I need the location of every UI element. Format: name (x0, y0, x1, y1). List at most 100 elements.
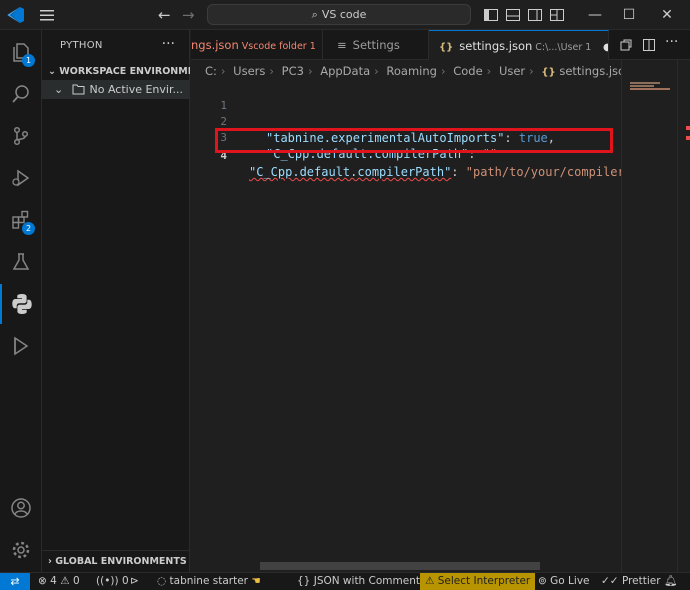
code-line: 1 (191, 82, 621, 112)
tab-settings[interactable]: ≡ Settings (323, 30, 429, 60)
split-editor-icon[interactable] (642, 38, 656, 52)
source-control-button[interactable] (0, 116, 42, 156)
json-icon: {} (541, 67, 556, 78)
breadcrumb-separator: › (486, 64, 492, 78)
breadcrumb-item[interactable]: settings.json (559, 64, 621, 78)
tabnine-status[interactable]: ◌ tabnine starter ☚ (157, 573, 261, 590)
warning-count: 0 (72, 575, 80, 587)
chevron-down-icon: ⌄ (54, 83, 64, 96)
back-arrow-icon[interactable]: ← (158, 6, 171, 24)
title-bar: ← → ⌕ VS code — ☐ ✕ (0, 0, 690, 30)
highlight-annotation-box (215, 128, 613, 153)
notifications-bell-icon[interactable]: 🔔︎ (664, 573, 677, 590)
remote-explorer-button[interactable] (0, 326, 42, 366)
minimap[interactable] (621, 60, 677, 572)
tab-label: settings.json (459, 39, 533, 53)
breadcrumb-separator: › (440, 64, 446, 78)
menu-icon[interactable] (38, 6, 56, 24)
prettier-button[interactable]: ✓✓ Prettier (601, 573, 661, 590)
toggle-sidebar-icon[interactable] (483, 7, 499, 23)
code-editor[interactable]: 1 2 "tabnine.experimentalAutoImports": t… (191, 82, 639, 572)
forward-arrow-icon[interactable]: → (182, 6, 195, 24)
warning-icon: ⚠ (425, 575, 435, 587)
customize-layout-icon[interactable] (549, 7, 565, 23)
tabnine-icon: ◌ (157, 575, 167, 587)
run-debug-button[interactable] (0, 158, 42, 198)
section-label: GLOBAL ENVIRONMENTS (55, 556, 187, 567)
error-marker (686, 126, 690, 130)
toggle-secondary-sidebar-icon[interactable] (527, 7, 543, 23)
item-label: No Active Envir... (89, 83, 183, 96)
language-label: JSON with Comments (313, 575, 426, 587)
tabnine-label: tabnine starter (169, 575, 248, 587)
run-debug-status-icon[interactable]: ⊳ (130, 573, 139, 590)
extensions-button[interactable]: 2 (0, 200, 42, 240)
breadcrumb-item[interactable]: C: (205, 64, 217, 78)
more-actions-icon[interactable]: ··· (665, 34, 679, 50)
search-text: VS code (321, 8, 367, 21)
minimap-line (630, 82, 660, 84)
minimize-button[interactable]: — (583, 4, 607, 26)
vertical-scrollbar[interactable] (677, 60, 690, 572)
select-interpreter-button[interactable]: ⚠ Select Interpreter (420, 573, 536, 590)
maximize-button[interactable]: ☐ (617, 4, 641, 26)
code-line: 2 "tabnine.experimentalAutoImports": tru… (191, 98, 621, 145)
ports-indicator[interactable]: ((•)) 0 (96, 573, 129, 590)
go-live-label: Go Live (550, 575, 590, 587)
breadcrumb-item[interactable]: Code (453, 64, 482, 78)
remote-icon: ⇄ (10, 575, 20, 588)
minimap-line (630, 85, 654, 87)
unsaved-dot-icon[interactable]: ● (603, 42, 608, 53)
breadcrumb-item[interactable]: AppData (320, 64, 370, 78)
interpreter-label: Select Interpreter (437, 575, 531, 587)
error-count: 4 (50, 575, 57, 587)
extensions-badge: 2 (22, 222, 35, 235)
manage-button[interactable] (0, 530, 42, 570)
language-mode[interactable]: {} JSON with Comments (297, 573, 425, 590)
error-marker (686, 136, 690, 140)
command-center-search[interactable]: ⌕ VS code (207, 4, 471, 25)
breadcrumb-item[interactable]: Roaming (386, 64, 437, 78)
code-text: "C_Cpp.default.compilerPath": "path/to/y… (249, 164, 639, 180)
search-icon: ⌕ (311, 8, 318, 21)
search-button[interactable] (0, 74, 42, 114)
breadcrumb-item[interactable]: Users (233, 64, 265, 78)
flask-icon (12, 253, 30, 270)
toggle-panel-icon[interactable] (505, 7, 521, 23)
hand-icon: ☚ (251, 575, 261, 587)
remote-indicator-button[interactable]: ⇄ (0, 573, 30, 590)
python-icon (12, 294, 32, 314)
breadcrumb-separator: › (220, 64, 226, 78)
json-colon: : (451, 165, 466, 179)
json-icon: {} (439, 42, 454, 53)
explorer-button[interactable]: 2 1 (0, 32, 42, 72)
go-live-button[interactable]: ⊚ Go Live (538, 573, 590, 590)
run-debug-icon (12, 169, 30, 187)
workspace-environments-section[interactable]: ⌄ WORKSPACE ENVIRONME... (42, 62, 190, 82)
accounts-button[interactable] (0, 488, 42, 528)
remote-explorer-icon (14, 336, 29, 356)
breadcrumb: C: › Users › PC3 › AppData › Roaming › Code › … (191, 60, 621, 82)
editor-tabs: ngs.json Vscode folder 1 ≡ Settings {} sett… (191, 30, 690, 60)
minimap-line (630, 88, 670, 90)
breadcrumb-item[interactable]: User (499, 64, 525, 78)
testing-button[interactable] (0, 242, 42, 282)
tab-description: C:\...\User 1 (535, 42, 592, 53)
more-actions-icon[interactable]: ··· (162, 36, 175, 52)
breadcrumb-item[interactable]: PC3 (282, 64, 304, 78)
global-environments-section[interactable]: › GLOBAL ENVIRONMENTS (42, 550, 190, 572)
problems-indicator[interactable]: ⊗ 4 ⚠ 0 (38, 573, 80, 590)
vscode-logo-icon[interactable] (6, 5, 26, 25)
horizontal-scrollbar[interactable] (260, 562, 540, 570)
tab-settings-json-user[interactable]: {} settings.jsonC:\...\User 1 ● (429, 30, 609, 60)
python-sidebar: PYTHON ··· ⌄ WORKSPACE ENVIRONME... ⌄ No… (42, 30, 190, 572)
close-button[interactable]: ✕ (655, 4, 679, 26)
open-settings-icon[interactable] (619, 38, 633, 52)
section-label: WORKSPACE ENVIRONME... (59, 66, 190, 77)
search-icon (12, 85, 29, 103)
ports-count: 0 (121, 575, 129, 587)
json-value: "path/to/your/compiler." (465, 165, 640, 179)
tab-settings-json-folder[interactable]: ngs.json Vscode folder 1 (191, 30, 323, 60)
python-button[interactable] (0, 284, 42, 324)
no-active-environment-item[interactable]: ⌄ No Active Envir... (42, 80, 190, 99)
